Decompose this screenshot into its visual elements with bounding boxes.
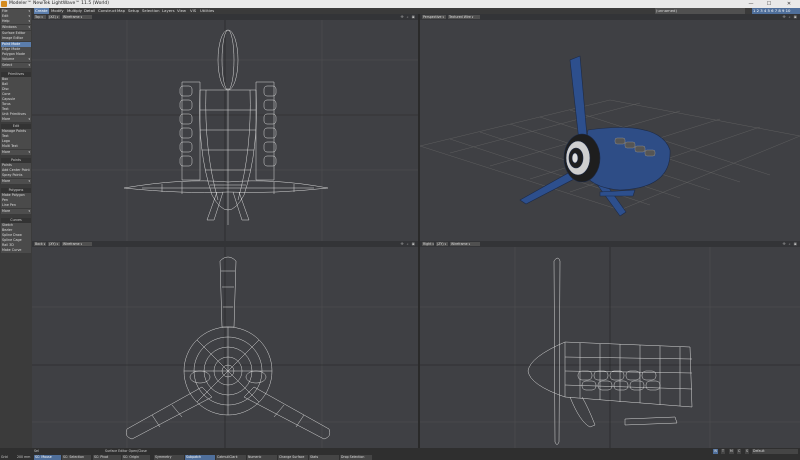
spline-draw-button[interactable]: Spline Draw — [1, 233, 31, 238]
logo-button[interactable]: Logo — [1, 139, 31, 144]
viewport-right[interactable]: Right (ZY) Wireframe ✣ ⌕ ▣ — [420, 241, 800, 448]
primitives-heading: Primitives — [1, 72, 31, 77]
render-mode-select[interactable]: Textured Wire — [448, 15, 480, 19]
bkg-tab-t[interactable]: T — [721, 449, 725, 454]
render-mode-select[interactable]: Wireframe — [62, 242, 92, 246]
maximize-button[interactable]: ☐ — [762, 0, 776, 8]
select-menu[interactable]: Select — [1, 63, 31, 68]
help-menu[interactable]: Help — [1, 19, 31, 24]
points-heading: Points — [1, 158, 31, 163]
edit-menu[interactable]: Edit — [1, 14, 31, 19]
disc-button[interactable]: Disc — [1, 87, 31, 92]
unit-primitives-button[interactable]: Unit Primitives — [1, 112, 31, 117]
view-axis-select[interactable]: (XZ) — [48, 15, 60, 19]
polygon-mode-button[interactable]: Polygon Mode — [1, 52, 31, 57]
viewport-back[interactable]: Back (XY) Wireframe ✣ ⌕ ▣ — [32, 241, 418, 448]
edit-more-menu[interactable]: More — [1, 150, 31, 155]
cone-button[interactable]: Cone — [1, 92, 31, 97]
primitives-more-menu[interactable]: More — [1, 117, 31, 122]
ball-button[interactable]: Ball — [1, 82, 31, 87]
drop-selection-button[interactable]: Drop Selection — [340, 455, 372, 460]
help-message: Surface Editor Open/Close — [105, 449, 147, 453]
viewport-nav-icons[interactable]: ✣ ⌕ ▣ — [783, 15, 798, 19]
view-axis-select[interactable]: (XY) — [48, 242, 60, 246]
line-pen-button[interactable]: Line Pen — [1, 203, 31, 208]
bkg-tab-c[interactable]: C — [737, 449, 742, 454]
minimize-button[interactable]: — — [744, 0, 758, 8]
viewport-top[interactable]: Top (XZ) Wireframe ✣ ⌕ ▣ — [32, 14, 418, 241]
spray-points-button[interactable]: Spray Points — [1, 173, 31, 178]
back-view-wireframe — [32, 247, 418, 448]
make-polygon-button[interactable]: Make Polygon — [1, 193, 31, 198]
view-type-select[interactable]: Back — [34, 242, 46, 246]
spline-cage-button[interactable]: Spline Cage — [1, 238, 31, 243]
window-titlebar: Modeler™ NewTek LightWave™ 11.5 (World) … — [0, 0, 800, 8]
rail-3d-button[interactable]: Rail 3D — [1, 243, 31, 248]
stats-button[interactable]: Stats — [309, 455, 339, 460]
edit-text-button[interactable]: Text — [1, 134, 31, 139]
sc-mouse-button[interactable]: SC: Mouse — [34, 455, 61, 460]
capsule-button[interactable]: Capsule — [1, 97, 31, 102]
view-type-select[interactable]: Top — [34, 15, 46, 19]
close-button[interactable]: ✕ — [782, 0, 796, 8]
multi-text-button[interactable]: Multi Text — [1, 144, 31, 149]
points-more-menu[interactable]: More — [1, 179, 31, 184]
render-mode-select[interactable]: Wireframe — [62, 15, 92, 19]
view-type-select[interactable]: Perspective — [422, 15, 446, 19]
sc-pivot-button[interactable]: SC: Pivot — [93, 455, 121, 460]
text-button[interactable]: Text — [1, 107, 31, 112]
viewport-nav-icons[interactable]: ✣ ⌕ ▣ — [401, 242, 416, 246]
bkg-tab-s[interactable]: S — [745, 449, 750, 454]
left-toolbar: File Edit Help Windows Surface Editor Im… — [0, 8, 32, 448]
status-bar: Sel Surface Editor Open/Close W T M C S … — [0, 448, 800, 460]
sc-origin-button[interactable]: SC: Origin — [122, 455, 150, 460]
image-editor-button[interactable]: Image Editor — [1, 36, 31, 41]
viewport-nav-icons[interactable]: ✣ ⌕ ▣ — [783, 242, 798, 246]
point-mode-button[interactable]: Point Mode — [1, 42, 31, 47]
viewport-nav-icons[interactable]: ✣ ⌕ ▣ — [401, 15, 416, 19]
make-curve-button[interactable]: Make Curve — [1, 248, 31, 253]
bezier-button[interactable]: Bezier — [1, 228, 31, 233]
window-title: Modeler™ NewTek LightWave™ 11.5 (World) — [9, 1, 110, 6]
grid-value: 200 mm — [17, 455, 31, 459]
points-button[interactable]: Points — [1, 163, 31, 168]
manage-points-button[interactable]: Manage Points — [1, 129, 31, 134]
pen-button[interactable]: Pen — [1, 198, 31, 203]
surface-editor-button[interactable]: Surface Editor — [1, 31, 31, 36]
surface-select[interactable]: Default — [752, 449, 798, 454]
torus-button[interactable]: Torus — [1, 102, 31, 107]
viewport-perspective[interactable]: Perspective Textured Wire ✣ ⌕ ▣ — [420, 14, 800, 241]
windows-menu[interactable]: Windows — [1, 25, 31, 30]
selection-info: Sel — [34, 449, 39, 453]
view-type-select[interactable]: Right — [422, 242, 434, 246]
symmetry-button[interactable]: Symmetry — [154, 455, 184, 460]
grid-label: Grid — [1, 455, 8, 459]
edit-heading: Edit — [1, 124, 31, 129]
volume-menu[interactable]: Volume — [1, 57, 31, 62]
render-mode-select[interactable]: Wireframe — [450, 242, 480, 246]
app-icon — [1, 1, 7, 7]
change-surface-button[interactable]: Change Surface — [278, 455, 308, 460]
subpatch-type-select[interactable]: CatmullClark — [216, 455, 246, 460]
perspective-view-model — [420, 55, 800, 217]
subpatch-button[interactable]: Subpatch — [185, 455, 215, 460]
polygons-more-menu[interactable]: More — [1, 209, 31, 214]
bkg-tab-w[interactable]: W — [713, 449, 719, 454]
numeric-button[interactable]: Numeric — [247, 455, 277, 460]
edge-mode-button[interactable]: Edge Mode — [1, 47, 31, 52]
file-menu[interactable]: File — [1, 9, 31, 14]
polygons-heading: Polygons — [1, 188, 31, 193]
sketch-button[interactable]: Sketch — [1, 223, 31, 228]
top-view-wireframe — [32, 20, 418, 241]
sc-selection-button[interactable]: SC: Selection — [62, 455, 91, 460]
add-center-point-button[interactable]: Add Center Point — [1, 168, 31, 173]
right-view-wireframe — [420, 247, 800, 448]
bkg-tab-m[interactable]: M — [729, 449, 734, 454]
curves-heading: Curves — [1, 218, 31, 223]
box-button[interactable]: Box — [1, 77, 31, 82]
view-axis-select[interactable]: (ZY) — [436, 242, 448, 246]
